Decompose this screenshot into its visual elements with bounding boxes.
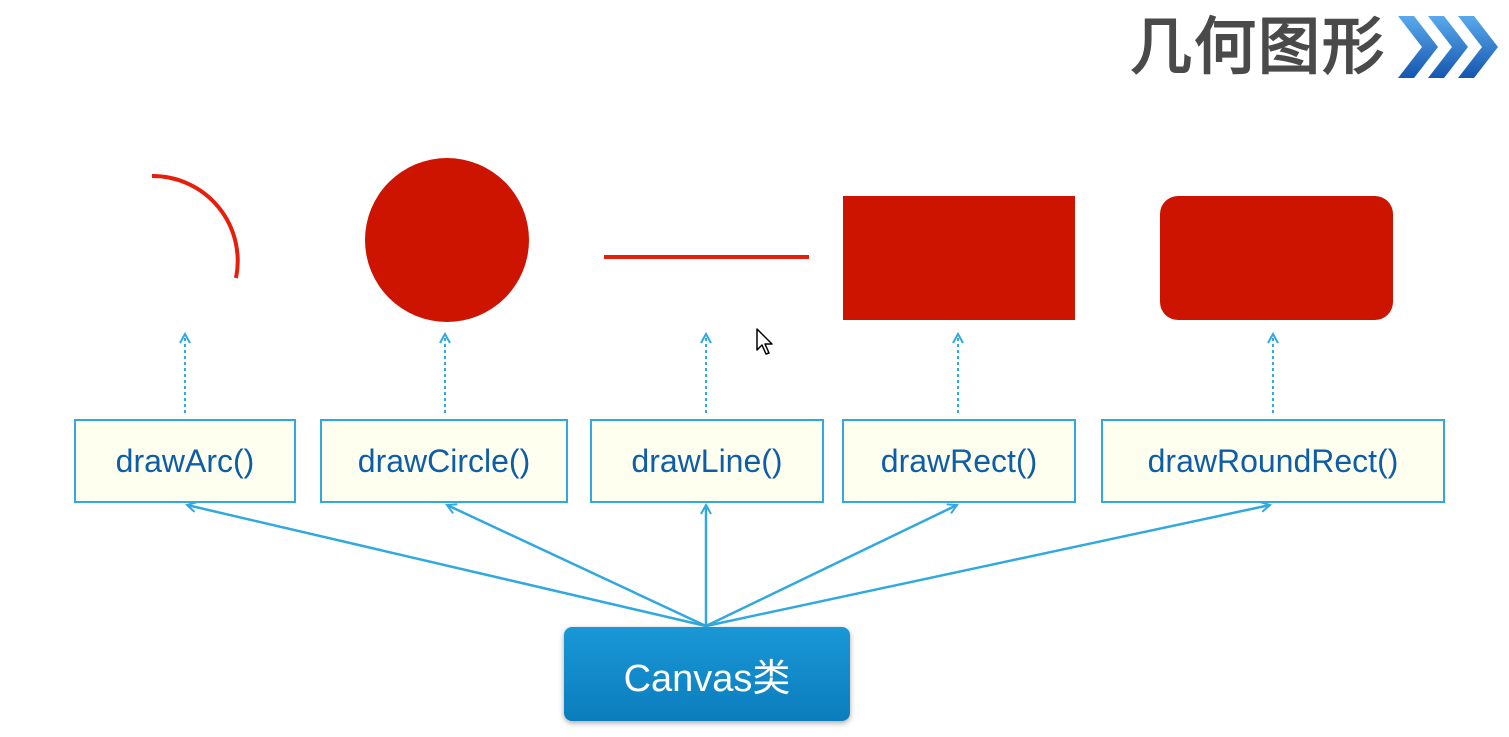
canvas-to-drawarc-arrow [187,505,707,628]
canvas-to-drawcircle-arrow [447,505,707,628]
canvas-class-box: Canvas类 [564,627,850,721]
drawroundrect-box: drawRoundRect() [1101,419,1445,503]
drawarc-label: drawArc() [115,442,255,479]
drawcircle-label: drawCircle() [357,442,531,479]
drawline-box: drawLine() [590,419,824,503]
drawarc-box: drawArc() [74,419,296,503]
canvas-to-drawrect-arrow [705,505,957,628]
drawroundrect-label: drawRoundRect() [1147,442,1399,479]
circle-shape [365,158,529,322]
drawline-label: drawLine() [631,442,783,479]
round-rect-shape [1160,196,1393,320]
rect-shape [843,196,1075,320]
mouse-pointer-icon [756,328,773,355]
drawrect-box: drawRect() [842,419,1076,503]
canvas-class-label: Canvas类 [623,657,791,700]
arc-shape [151,173,240,279]
drawrect-label: drawRect() [880,442,1038,479]
canvas-to-drawroundrect-arrow [705,505,1270,628]
drawcircle-box: drawCircle() [320,419,568,503]
